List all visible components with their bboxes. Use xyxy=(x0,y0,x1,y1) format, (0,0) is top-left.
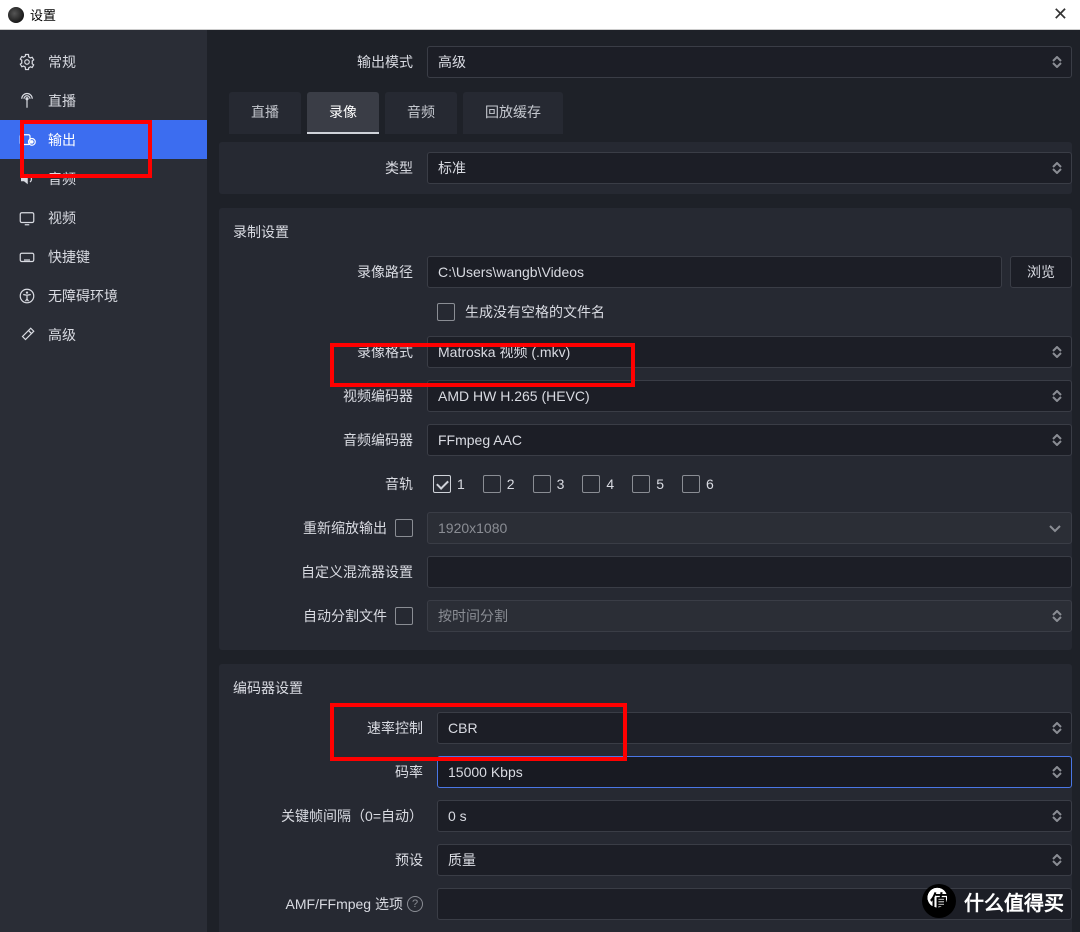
tab-replay[interactable]: 回放缓存 xyxy=(463,92,563,134)
rescale-select[interactable]: 1920x1080 xyxy=(427,512,1072,544)
updown-icon xyxy=(1049,762,1065,782)
rescale-label: 重新缩放输出 xyxy=(303,518,387,538)
output-mode-value: 高级 xyxy=(438,52,466,72)
accessibility-icon xyxy=(18,287,36,305)
output-mode-select[interactable]: 高级 xyxy=(427,46,1072,78)
rec-format-select[interactable]: Matroska 视频 (.mkv) xyxy=(427,336,1072,368)
rescale-checkbox[interactable] xyxy=(395,519,413,537)
antenna-icon xyxy=(18,92,36,110)
chevron-down-icon xyxy=(1049,520,1061,536)
track-2-checkbox[interactable] xyxy=(483,475,501,493)
titlebar: 设置 ✕ xyxy=(0,0,1080,30)
rate-select[interactable]: CBR xyxy=(437,712,1072,744)
sidebar-item-hotkeys[interactable]: 快捷键 xyxy=(0,237,207,276)
video-enc-label: 视频编码器 xyxy=(219,386,419,406)
content-area: 输出模式 高级 直播 录像 音频 回放缓存 类型 标准 录制设置 xyxy=(207,30,1080,932)
sidebar-item-label: 高级 xyxy=(48,325,76,345)
tools-icon xyxy=(18,326,36,344)
rate-label: 速率控制 xyxy=(219,718,429,738)
keyframe-label: 关键帧间隔（0=自动） xyxy=(219,806,429,826)
split-select[interactable]: 按时间分割 xyxy=(427,600,1072,632)
window-title: 设置 xyxy=(30,5,1049,24)
updown-icon xyxy=(1049,806,1065,826)
obs-app-icon xyxy=(8,7,24,23)
sidebar-item-output[interactable]: 输出 xyxy=(0,120,207,159)
monitor-icon xyxy=(18,209,36,227)
keyframe-input[interactable]: 0 s xyxy=(437,800,1072,832)
bitrate-label: 码率 xyxy=(219,762,429,782)
tracks-label: 音轨 xyxy=(219,474,419,494)
close-button[interactable]: ✕ xyxy=(1049,4,1072,25)
sidebar-item-label: 音频 xyxy=(48,169,76,189)
updown-icon xyxy=(1049,158,1065,178)
track-1-checkbox[interactable] xyxy=(433,475,451,493)
sidebar-item-label: 直播 xyxy=(48,91,76,111)
updown-icon xyxy=(1049,52,1065,72)
watermark: 值 什么值得买 xyxy=(922,884,1064,918)
rec-path-label: 录像路径 xyxy=(219,262,419,282)
output-icon xyxy=(18,131,36,149)
type-select[interactable]: 标准 xyxy=(427,152,1072,184)
updown-icon xyxy=(1049,430,1065,450)
sidebar-item-label: 快捷键 xyxy=(48,247,90,267)
speaker-icon xyxy=(18,170,36,188)
no-space-label: 生成没有空格的文件名 xyxy=(465,302,605,322)
updown-icon xyxy=(1049,850,1065,870)
watermark-text: 什么值得买 xyxy=(964,887,1064,916)
sidebar-item-video[interactable]: 视频 xyxy=(0,198,207,237)
gear-icon xyxy=(18,53,36,71)
amf-label: AMF/FFmpeg 选项 xyxy=(286,894,403,914)
output-tabs: 直播 录像 音频 回放缓存 xyxy=(229,92,1072,134)
track-4-checkbox[interactable] xyxy=(582,475,600,493)
sidebar: 常规 直播 输出 音频 视频 快捷键 无障碍环境 高级 xyxy=(0,30,207,932)
output-mode-label: 输出模式 xyxy=(219,52,419,72)
help-icon[interactable]: ? xyxy=(407,896,423,912)
preset-select[interactable]: 质量 xyxy=(437,844,1072,876)
no-space-checkbox[interactable] xyxy=(437,303,455,321)
track-3-checkbox[interactable] xyxy=(533,475,551,493)
tab-audio[interactable]: 音频 xyxy=(385,92,457,134)
split-checkbox[interactable] xyxy=(395,607,413,625)
updown-icon xyxy=(1049,342,1065,362)
sidebar-item-label: 输出 xyxy=(48,130,76,150)
tab-record[interactable]: 录像 xyxy=(307,92,379,134)
tab-stream[interactable]: 直播 xyxy=(229,92,301,134)
sidebar-item-accessibility[interactable]: 无障碍环境 xyxy=(0,276,207,315)
updown-icon xyxy=(1049,386,1065,406)
keyboard-icon xyxy=(18,248,36,266)
sidebar-item-advanced[interactable]: 高级 xyxy=(0,315,207,354)
video-enc-select[interactable]: AMD HW H.265 (HEVC) xyxy=(427,380,1072,412)
track-6-checkbox[interactable] xyxy=(682,475,700,493)
split-label: 自动分割文件 xyxy=(303,606,387,626)
recording-title: 录制设置 xyxy=(219,216,1072,250)
type-value: 标准 xyxy=(438,158,466,178)
audio-enc-select[interactable]: FFmpeg AAC xyxy=(427,424,1072,456)
rec-path-input[interactable]: C:\Users\wangb\Videos xyxy=(427,256,1002,288)
sidebar-item-label: 无障碍环境 xyxy=(48,286,118,306)
bitrate-input[interactable]: 15000 Kbps xyxy=(437,756,1072,788)
sidebar-item-general[interactable]: 常规 xyxy=(0,42,207,81)
watermark-icon: 值 xyxy=(922,884,956,918)
sidebar-item-audio[interactable]: 音频 xyxy=(0,159,207,198)
updown-icon xyxy=(1049,718,1065,738)
muxer-input[interactable] xyxy=(427,556,1072,588)
preset-label: 预设 xyxy=(219,850,429,870)
sidebar-item-stream[interactable]: 直播 xyxy=(0,81,207,120)
muxer-label: 自定义混流器设置 xyxy=(219,562,419,582)
sidebar-item-label: 视频 xyxy=(48,208,76,228)
audio-enc-label: 音频编码器 xyxy=(219,430,419,450)
encoder-title: 编码器设置 xyxy=(219,672,1072,706)
recording-panel: 录制设置 录像路径 C:\Users\wangb\Videos 浏览 生成没有空… xyxy=(219,208,1072,650)
track-5-checkbox[interactable] xyxy=(632,475,650,493)
type-label: 类型 xyxy=(219,158,419,178)
sidebar-item-label: 常规 xyxy=(48,52,76,72)
browse-button[interactable]: 浏览 xyxy=(1010,256,1072,288)
updown-icon xyxy=(1049,606,1065,626)
rec-format-label: 录像格式 xyxy=(219,342,419,362)
